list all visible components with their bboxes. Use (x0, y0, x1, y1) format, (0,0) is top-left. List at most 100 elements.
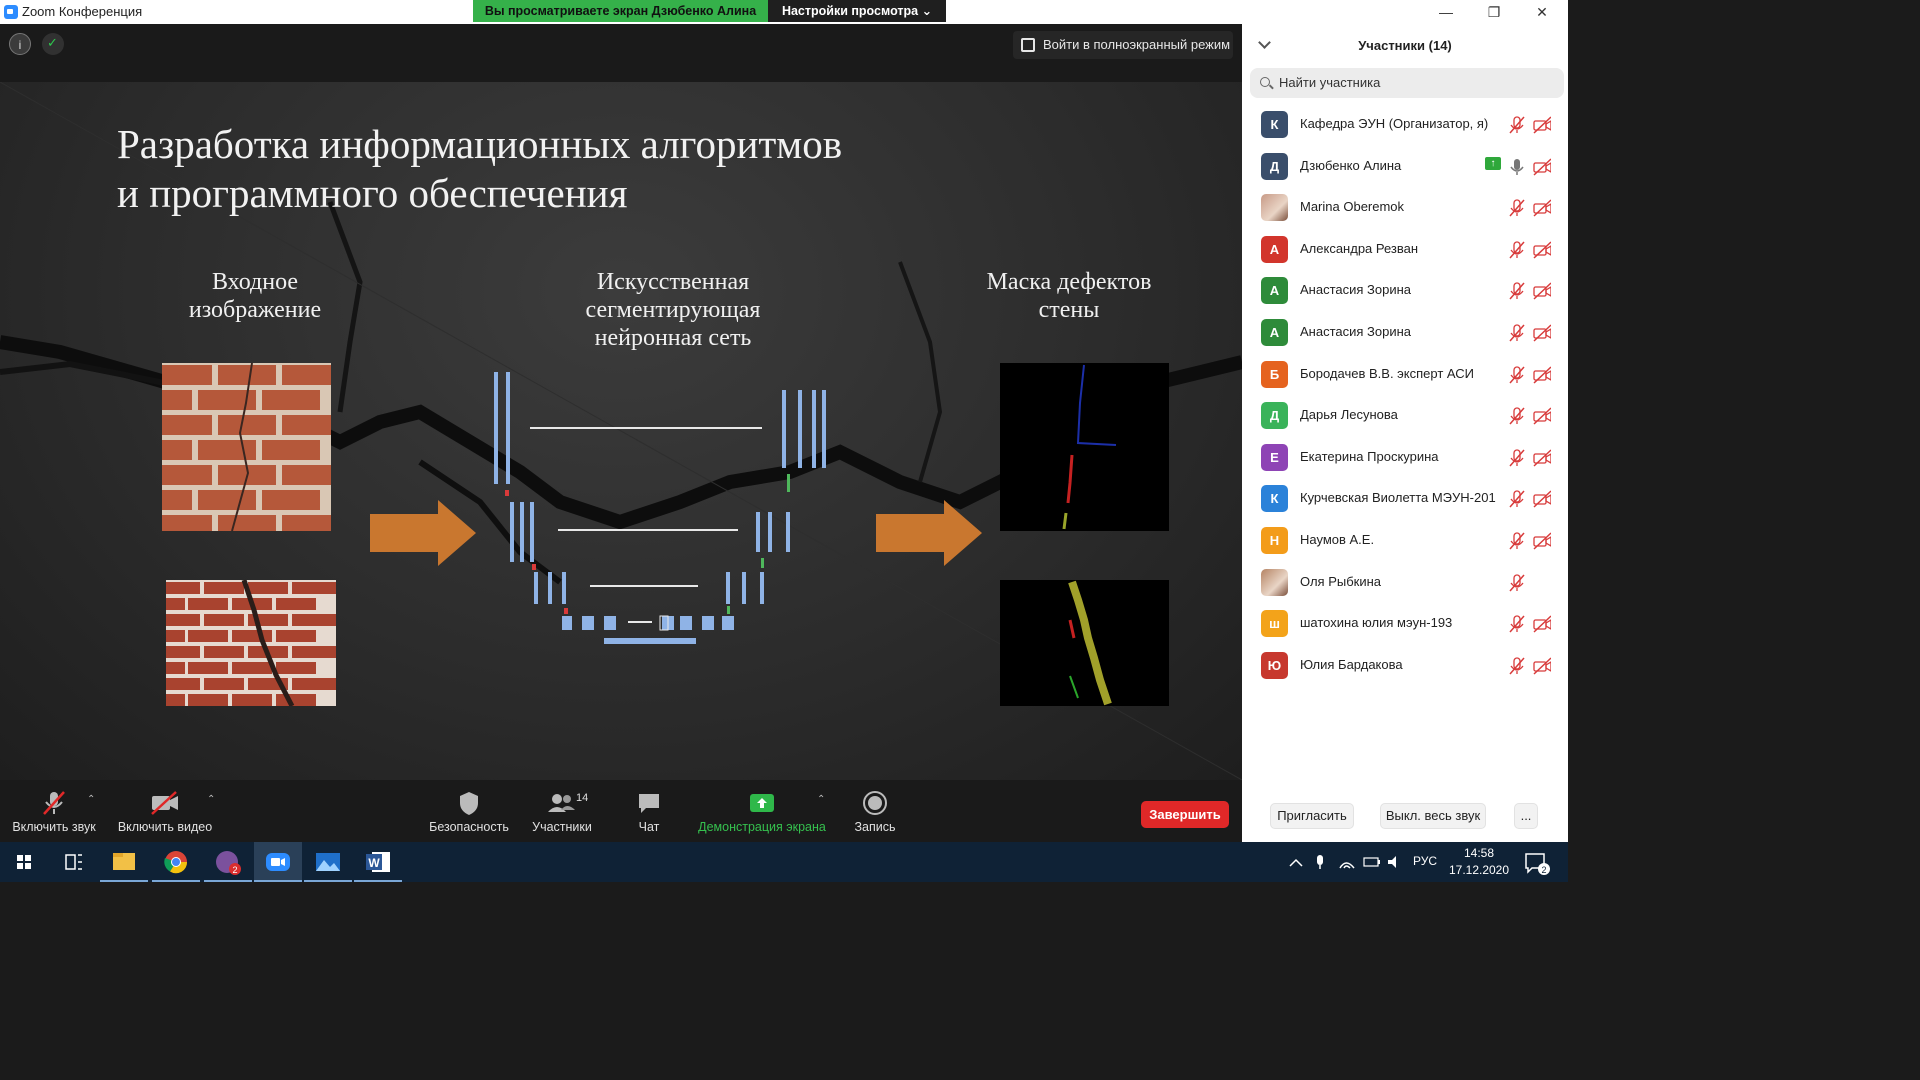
encryption-shield-icon[interactable] (42, 33, 64, 55)
notifications-icon[interactable]: 2 (1522, 850, 1552, 876)
camera-off-icon[interactable] (1533, 199, 1551, 217)
participant-row[interactable]: ш шатохина юлия мэун-193 (1242, 603, 1568, 644)
participant-row[interactable]: К Кафедра ЭУН (Организатор, я) (1242, 104, 1568, 145)
camera-off-icon[interactable] (1533, 407, 1551, 425)
mic-off-icon[interactable] (1508, 365, 1526, 384)
notifications-badge: 2 (1541, 865, 1546, 875)
camera-off-icon[interactable] (1533, 449, 1551, 467)
security-label: Безопасность (429, 820, 509, 834)
viber-icon[interactable]: 2 (204, 842, 252, 882)
defect-mask-image-2 (1000, 580, 1169, 706)
end-meeting-button[interactable]: Завершить (1141, 801, 1229, 828)
input-language[interactable]: РУС (1413, 854, 1437, 868)
share-options-caret-icon[interactable]: ⌃ (817, 794, 825, 805)
audio-options-caret-icon[interactable]: ⌃ (87, 794, 95, 805)
security-button[interactable]: Безопасность (427, 790, 511, 834)
input-brick-image-1 (162, 363, 331, 531)
clock-date: 17.12.2020 (1448, 863, 1510, 877)
camera-off-icon[interactable] (1533, 116, 1551, 134)
mic-off-icon[interactable] (1508, 241, 1526, 259)
participant-row[interactable]: Оля Рыбкина (1242, 562, 1568, 603)
meeting-info-icon[interactable]: i (9, 33, 31, 55)
view-options-dropdown[interactable]: Настройки просмотра ⌄ (768, 0, 946, 22)
avatar: ш (1261, 610, 1288, 638)
chat-button[interactable]: Чат (628, 790, 670, 834)
camera-off-icon[interactable] (1533, 282, 1551, 300)
participant-row[interactable]: Е Екатерина Проскурина (1242, 437, 1568, 478)
viber-badge: 2 (232, 865, 237, 875)
search-icon (1260, 77, 1270, 87)
share-screen-button[interactable]: Демонстрация экрана (694, 790, 830, 834)
participant-row[interactable]: А Александра Резван (1242, 229, 1568, 270)
participant-row[interactable]: Б Бородачев В.В. эксперт АСИ (1242, 354, 1568, 395)
mic-off-icon[interactable] (1508, 615, 1526, 633)
mic-off-icon[interactable] (1508, 324, 1526, 342)
camera-off-icon[interactable] (1533, 324, 1551, 342)
col3-line1: Маска дефектов (986, 269, 1152, 295)
camera-off-icon[interactable] (1533, 158, 1551, 176)
column-heading-network: Искусственная сегментирующая нейронная с… (553, 268, 793, 352)
mic-off-icon[interactable] (1508, 573, 1526, 592)
zoom-logo-icon (4, 5, 18, 19)
security-shield-icon (460, 792, 478, 815)
camera-off-icon[interactable] (1533, 241, 1551, 259)
camera-off-icon[interactable] (1533, 532, 1551, 550)
participant-row[interactable]: Н Наумов А.Е. (1242, 520, 1568, 561)
video-options-caret-icon[interactable]: ⌃ (207, 794, 215, 805)
participant-name: Marina Oberemok (1300, 199, 1405, 215)
windows-start-icon[interactable] (0, 842, 48, 882)
invite-button[interactable]: Пригласить (1270, 803, 1354, 829)
avatar: А (1261, 277, 1288, 305)
mic-on-icon[interactable] (1508, 158, 1526, 176)
participants-button[interactable]: Участники 14 (527, 790, 597, 834)
participant-row[interactable]: К Курчевская Виолетта МЭУН-201 (1242, 478, 1568, 519)
system-tray-icons[interactable] (1288, 852, 1406, 872)
collapse-chevron-icon[interactable] (1258, 36, 1271, 49)
participant-search-input[interactable]: Найти участника (1250, 68, 1564, 98)
mute-all-button[interactable]: Выкл. весь звук (1380, 803, 1486, 829)
mic-off-icon[interactable] (1508, 199, 1526, 217)
participant-name: Кафедра ЭУН (Организатор, я) (1300, 116, 1489, 131)
participant-row[interactable]: Ю Юлия Бардакова (1242, 645, 1568, 686)
start-video-button[interactable]: Включить видео (112, 790, 218, 834)
participants-count: 14 (576, 792, 589, 804)
clock-time: 14:58 (1463, 846, 1495, 860)
mic-off-icon[interactable] (1508, 657, 1526, 675)
mic-off-icon[interactable] (1508, 282, 1526, 300)
camera-off-icon[interactable] (1533, 615, 1551, 633)
file-explorer-icon[interactable] (100, 842, 148, 882)
participant-row[interactable]: Д Дзюбенко Алина ↑ (1242, 146, 1568, 187)
camera-off-icon[interactable] (1533, 490, 1551, 508)
search-placeholder: Найти участника (1279, 75, 1381, 90)
record-button[interactable]: Запись (850, 790, 900, 834)
participant-row[interactable]: Marina Oberemok (1242, 187, 1568, 228)
camera-off-icon[interactable] (1533, 366, 1551, 384)
avatar (1261, 194, 1288, 222)
svg-text:W: W (368, 856, 380, 870)
window-title: Zoom Конференция (22, 4, 143, 19)
participant-name: Дарья Лесунова (1300, 407, 1398, 423)
participant-row[interactable]: А Анастасия Зорина (1242, 270, 1568, 311)
mic-off-icon[interactable] (1508, 532, 1526, 550)
task-view-icon[interactable] (50, 842, 98, 882)
minimize-button[interactable]: — (1426, 2, 1466, 22)
fullscreen-button[interactable]: Войти в полноэкранный режим (1013, 31, 1233, 59)
mic-off-icon[interactable] (1508, 116, 1526, 134)
participant-row[interactable]: Д Дарья Лесунова (1242, 395, 1568, 436)
mic-off-icon[interactable] (1508, 490, 1526, 508)
slide-title-line2: и программного обеспечения (117, 170, 628, 216)
word-icon[interactable]: W (354, 842, 402, 882)
zoom-window: Zoom Конференция — ❐ ✕ Вы просматриваете… (0, 0, 1568, 882)
maximize-button[interactable]: ❐ (1474, 2, 1514, 22)
camera-off-icon[interactable] (1533, 657, 1551, 675)
mic-off-icon[interactable] (1508, 407, 1526, 425)
avatar: Н (1261, 527, 1288, 554)
participant-row[interactable]: А Анастасия Зорина (1242, 312, 1568, 353)
chrome-icon[interactable] (152, 842, 200, 882)
photos-icon[interactable] (304, 842, 352, 882)
close-button[interactable]: ✕ (1522, 2, 1562, 22)
mic-off-icon[interactable] (1508, 449, 1526, 467)
zoom-taskbar-icon[interactable] (254, 842, 302, 882)
more-options-button[interactable]: ... (1514, 803, 1538, 829)
taskbar-clock[interactable]: 14:58 17.12.2020 (1444, 845, 1514, 879)
